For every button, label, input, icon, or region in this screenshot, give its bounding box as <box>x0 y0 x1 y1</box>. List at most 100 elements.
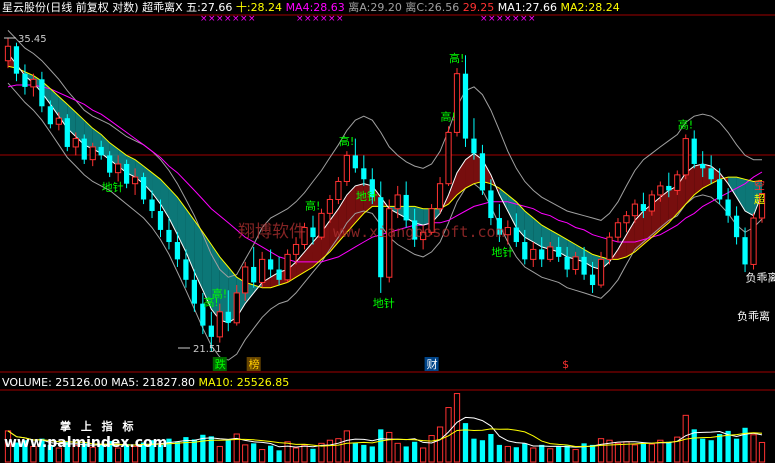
candle-body <box>166 229 172 243</box>
volume-bar <box>471 438 477 462</box>
candle-body <box>674 174 681 191</box>
candle-body <box>22 73 28 87</box>
volume-bar <box>572 449 579 463</box>
volume-ma5-label: MA5: <box>111 376 140 389</box>
annotation-label: 高! <box>339 134 354 148</box>
top-mark: × <box>488 14 496 24</box>
volume-bar <box>758 441 766 463</box>
volume-bar <box>488 434 494 462</box>
ma2-value: 28.24 <box>588 1 620 14</box>
candle-body <box>513 227 519 243</box>
top-mark: × <box>224 14 232 24</box>
wu-label: 五: <box>186 1 201 14</box>
volume-bar <box>564 445 570 462</box>
volume-bar <box>174 441 181 462</box>
ribbon-segment <box>736 177 746 212</box>
volume-bar <box>251 443 257 462</box>
top-mark: × <box>304 14 312 24</box>
candle-body <box>191 279 198 304</box>
candle-body <box>47 106 53 125</box>
candle-body <box>13 46 20 74</box>
candle-body <box>149 199 155 212</box>
candle-body <box>530 248 537 260</box>
ribbon-segment <box>694 163 703 195</box>
volume-bar <box>326 439 334 463</box>
candle-body <box>107 155 113 173</box>
volume-bar <box>310 448 316 462</box>
ribbon-segment <box>152 172 161 205</box>
annotation-label: 空 <box>754 178 765 192</box>
stock-title: 星云股份(日线 前复权 对数) <box>2 1 139 14</box>
volume-bar <box>361 444 367 462</box>
candle-body <box>115 163 122 174</box>
candle-body <box>242 266 249 294</box>
candle-body <box>72 138 79 148</box>
candle-body <box>81 138 87 160</box>
volume-bar <box>403 446 409 462</box>
annotation-label: 高! <box>678 117 693 131</box>
candle-body <box>572 256 579 271</box>
ma1-value: 27.66 <box>525 1 557 14</box>
volume-bar <box>453 393 461 463</box>
candle-body <box>292 243 300 255</box>
annotation-label: 超 <box>754 192 765 206</box>
candle-body <box>648 194 655 212</box>
volume-bar <box>378 429 384 462</box>
candle-body <box>310 227 316 238</box>
volume-bar <box>631 444 639 463</box>
candle-body <box>64 118 70 147</box>
candle-body <box>742 237 748 265</box>
ma4-label: MA4: <box>285 1 314 14</box>
candle-body <box>284 253 291 281</box>
volume-header: VOLUME: 25126.00 MA5: 21827.80 MA10: 255… <box>2 376 289 390</box>
volume-bar <box>268 445 274 462</box>
annotation-label: 地针 <box>491 245 513 259</box>
candle-body <box>581 256 587 275</box>
candle-body <box>547 246 554 260</box>
volume-ma5-value: 21827.80 <box>142 376 196 389</box>
annotation-label: 负乖离 <box>746 271 775 285</box>
top-mark: × <box>296 14 304 24</box>
candle-body <box>343 154 351 182</box>
shi-label: 十: <box>235 1 251 14</box>
candle-body <box>597 258 605 286</box>
candle-body <box>335 180 342 200</box>
ma4-value: 28.63 <box>313 1 345 14</box>
candle-body <box>614 222 622 238</box>
volume-bar <box>556 446 562 462</box>
high-label: 35.45 <box>18 34 47 45</box>
candle-body <box>259 258 266 283</box>
top-mark: × <box>200 14 208 24</box>
candle-body <box>691 138 697 164</box>
signal-badges: 跌 榜 财 $ <box>212 357 569 371</box>
volume-bar <box>530 447 537 463</box>
candle-body <box>352 155 358 169</box>
footer-title: 掌 上 指 标 <box>60 420 137 433</box>
volume-bar <box>301 444 308 463</box>
volume-bar <box>700 438 706 462</box>
top-mark: × <box>248 14 256 24</box>
volume-bar <box>428 435 435 463</box>
volume-bar <box>522 443 528 462</box>
candle-body <box>140 177 147 200</box>
ma1-label: MA1: <box>497 1 526 14</box>
volume-bar <box>419 447 427 463</box>
ribbon-segment <box>668 185 678 223</box>
candle-body <box>606 236 613 260</box>
chart-header: 星云股份(日线 前复权 对数) 超乖离X 五:27.66 十:28.24 MA4… <box>2 1 620 15</box>
volume-bar <box>479 440 486 462</box>
candle-body <box>462 73 469 139</box>
volume-bar <box>462 423 469 462</box>
candle-body <box>233 292 240 324</box>
volume-bar <box>352 442 358 462</box>
top-mark: × <box>512 14 520 24</box>
top-mark: × <box>240 14 248 24</box>
volume-bar <box>436 426 444 463</box>
watermark-brand: 翔博软件 <box>238 222 306 242</box>
candle-body <box>326 198 334 214</box>
volume-bar <box>539 444 545 462</box>
top-mark: × <box>504 14 512 24</box>
annotation-label: 地针 <box>373 296 395 310</box>
candle-body <box>225 311 231 323</box>
top-mark: × <box>336 14 344 24</box>
